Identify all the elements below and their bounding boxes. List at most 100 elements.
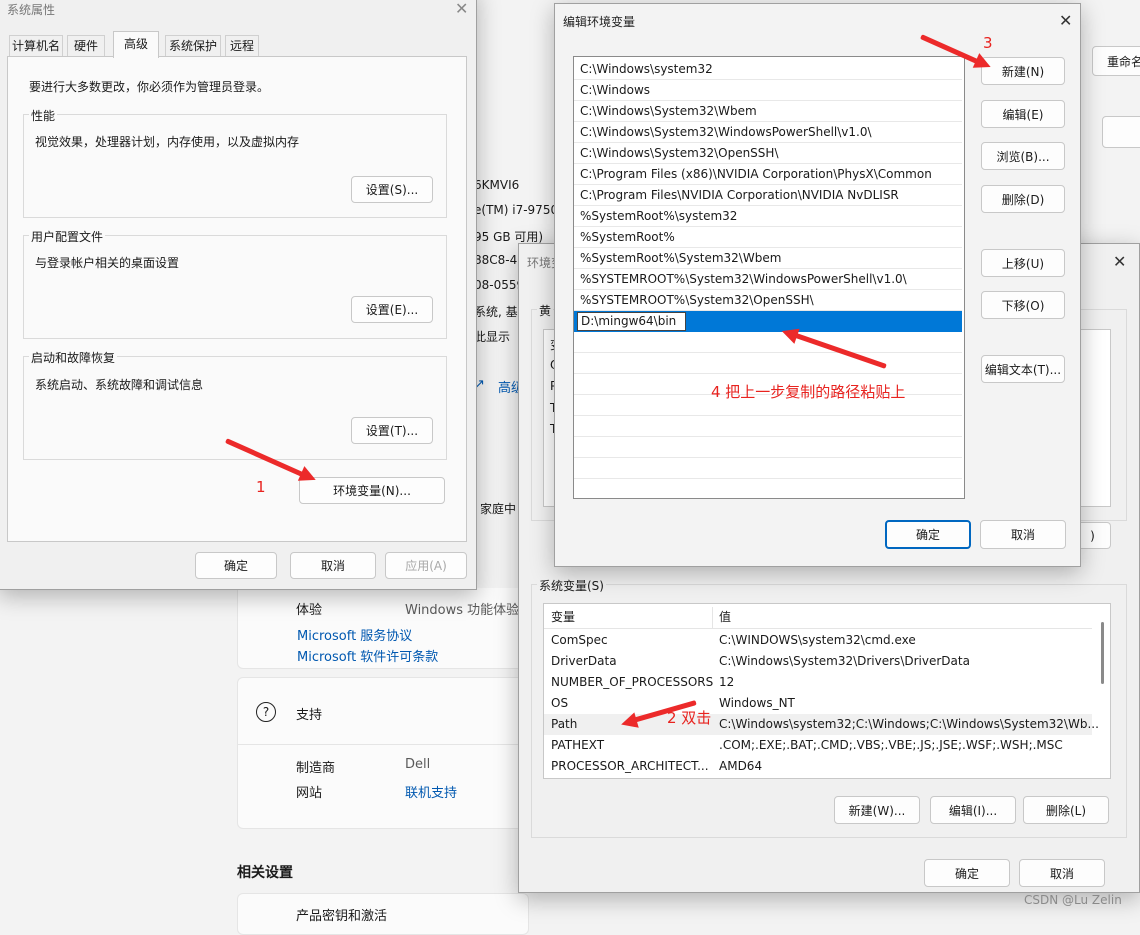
pen-fragment: 此显示 <box>474 330 511 344</box>
support-label: 支持 <box>296 708 323 723</box>
tab-system-protection[interactable]: 系统保护 <box>165 35 222 56</box>
list-item[interactable]: C:\Windows\System32\WindowsPowerShell\v1… <box>574 122 962 143</box>
table-row[interactable]: PATHEXT .COM;.EXE;.BAT;.CMD;.VBS;.VBE;.J… <box>544 735 1092 756</box>
startup-settings-button[interactable]: 设置(T)... <box>351 417 433 444</box>
inline-path-editor[interactable]: D:\mingw64\bin <box>577 312 686 331</box>
move-up-button[interactable]: 上移(U) <box>981 249 1065 277</box>
user-profile-desc: 与登录帐户相关的桌面设置 <box>35 256 180 270</box>
list-item[interactable]: %SystemRoot%\system32 <box>574 206 962 227</box>
experience-label: 体验 <box>296 603 323 618</box>
edit-button[interactable]: 编辑(E) <box>981 100 1065 128</box>
close-icon[interactable]: ✕ <box>455 1 468 17</box>
manufacturer-label: 制造商 <box>296 761 336 776</box>
tab-computer-name[interactable]: 计算机名 <box>9 35 64 56</box>
table-header: 变量 值 <box>544 607 1092 629</box>
startup-recovery-label: 启动和故障恢复 <box>29 349 118 366</box>
variable-value: 12 <box>719 675 735 689</box>
home-fragment: 家庭中 <box>480 502 517 516</box>
tab-advanced[interactable]: 高级 <box>113 31 160 58</box>
variable-name: DriverData <box>551 654 617 668</box>
tab-hardware[interactable]: 硬件 <box>67 35 106 56</box>
column-header-value[interactable]: 值 <box>719 607 731 628</box>
vertical-scrollbar[interactable] <box>1101 622 1104 684</box>
cancel-button[interactable]: 取消 <box>1019 859 1105 887</box>
path-list[interactable]: C:\Windows\system32 C:\Windows C:\Window… <box>573 56 965 499</box>
edit-text-button[interactable]: 编辑文本(T)... <box>981 355 1065 383</box>
list-item[interactable] <box>574 416 962 437</box>
cancel-button[interactable]: 取消 <box>980 520 1066 549</box>
online-support-link[interactable]: 联机支持 <box>405 782 457 801</box>
list-item[interactable] <box>574 479 962 498</box>
question-icon: ? <box>256 702 276 722</box>
dialog-title: 编辑环境变量 <box>563 15 636 29</box>
list-item[interactable] <box>574 437 962 458</box>
support-card <box>237 677 529 829</box>
list-item[interactable]: C:\Windows <box>574 80 962 101</box>
ok-button[interactable]: 确定 <box>924 859 1010 887</box>
related-settings-heading: 相关设置 <box>237 865 293 881</box>
system-edit-button[interactable]: 编辑(I)... <box>930 796 1016 824</box>
ok-button[interactable]: 确定 <box>885 520 971 549</box>
list-item[interactable] <box>574 458 962 479</box>
move-down-button[interactable]: 下移(O) <box>981 291 1065 319</box>
system-delete-button[interactable]: 删除(L) <box>1023 796 1109 824</box>
ms-license-link[interactable]: Microsoft 软件许可条款 <box>297 646 438 665</box>
environment-variables-button[interactable]: 环境变量(N)... <box>299 477 445 504</box>
table-row[interactable]: PROCESSOR_ARCHITECT... AMD64 <box>544 756 1092 777</box>
list-item[interactable]: C:\Program Files\NVIDIA Corporation\NVID… <box>574 185 962 206</box>
variable-value: C:\WINDOWS\system32\cmd.exe <box>719 633 916 647</box>
user-profile-settings-button[interactable]: 设置(E)... <box>351 296 433 323</box>
annotation-step-1: 1 <box>256 478 266 496</box>
startup-recovery-desc: 系统启动、系统故障和调试信息 <box>35 378 204 392</box>
manufacturer-value: Dell <box>405 757 431 772</box>
cpu-fragment: e(TM) i7-9750 <box>474 203 559 217</box>
column-divider <box>712 607 713 628</box>
close-icon[interactable]: ✕ <box>1113 254 1126 270</box>
rename-pc-button[interactable]: 重命名 <box>1092 46 1140 76</box>
list-item[interactable]: %SystemRoot%\System32\Wbem <box>574 248 962 269</box>
user-variables-label: 黄 <box>537 302 554 319</box>
variable-value: Windows_NT <box>719 696 795 710</box>
performance-settings-button[interactable]: 设置(S)... <box>351 176 433 203</box>
column-header-variable[interactable]: 变量 <box>551 607 575 628</box>
variable-name: ComSpec <box>551 633 608 647</box>
tab-remote[interactable]: 远程 <box>225 35 260 56</box>
system-new-button[interactable]: 新建(W)... <box>834 796 920 824</box>
cancel-button[interactable]: 取消 <box>290 552 376 579</box>
list-item[interactable]: %SYSTEMROOT%\System32\WindowsPowerShell\… <box>574 269 962 290</box>
list-item[interactable]: %SYSTEMROOT%\System32\OpenSSH\ <box>574 290 962 311</box>
list-item[interactable]: %SystemRoot% <box>574 227 962 248</box>
table-row[interactable]: OS Windows_NT <box>544 693 1092 714</box>
variable-value: .COM;.EXE;.BAT;.CMD;.VBS;.VBE;.JS;.JSE;.… <box>719 738 1063 752</box>
variable-value: C:\Windows\system32;C:\Windows;C:\Window… <box>719 717 1099 731</box>
table-row[interactable]: DriverData C:\Windows\System32\Drivers\D… <box>544 651 1092 672</box>
list-item[interactable] <box>574 353 962 374</box>
ms-service-link[interactable]: Microsoft 服务协议 <box>297 625 412 644</box>
user-profile-group <box>23 235 447 339</box>
variable-name: Path <box>551 717 578 731</box>
list-item[interactable] <box>574 332 962 353</box>
table-row[interactable]: NUMBER_OF_PROCESSORS 12 <box>544 672 1092 693</box>
system-properties-dialog: 系统属性 ✕ 计算机名 硬件 高级 系统保护 远程 要进行大多数更改，你必须作为… <box>0 0 477 590</box>
delete-button[interactable]: 删除(D) <box>981 185 1065 213</box>
performance-desc: 视觉效果，处理器计划，内存使用，以及虚拟内存 <box>35 135 300 149</box>
apply-button[interactable]: 应用(A) <box>385 552 467 579</box>
admin-note: 要进行大多数更改，你必须作为管理员登录。 <box>29 80 270 94</box>
watermark: CSDN @Lu Zelin <box>1024 893 1122 907</box>
browse-button[interactable]: 浏览(B)... <box>981 142 1065 170</box>
close-icon[interactable]: ✕ <box>1059 13 1072 29</box>
website-label: 网站 <box>296 786 323 801</box>
new-button[interactable]: 新建(N) <box>981 57 1065 85</box>
copy-button[interactable] <box>1102 116 1140 148</box>
variable-value: AMD64 <box>719 759 763 773</box>
list-item[interactable]: C:\Windows\system32 <box>574 59 962 80</box>
list-item[interactable]: C:\Windows\System32\OpenSSH\ <box>574 143 962 164</box>
list-item[interactable]: C:\Program Files (x86)\NVIDIA Corporatio… <box>574 164 962 185</box>
user-profile-label: 用户配置文件 <box>29 228 106 245</box>
variable-value: C:\Windows\System32\Drivers\DriverData <box>719 654 970 668</box>
system-variables-table: 变量 值 ComSpec C:\WINDOWS\system32\cmd.exe… <box>543 603 1111 779</box>
id2-fragment: 88C8-4 <box>474 253 518 267</box>
list-item[interactable]: C:\Windows\System32\Wbem <box>574 101 962 122</box>
ok-button[interactable]: 确定 <box>195 552 277 579</box>
table-row[interactable]: ComSpec C:\WINDOWS\system32\cmd.exe <box>544 630 1092 651</box>
